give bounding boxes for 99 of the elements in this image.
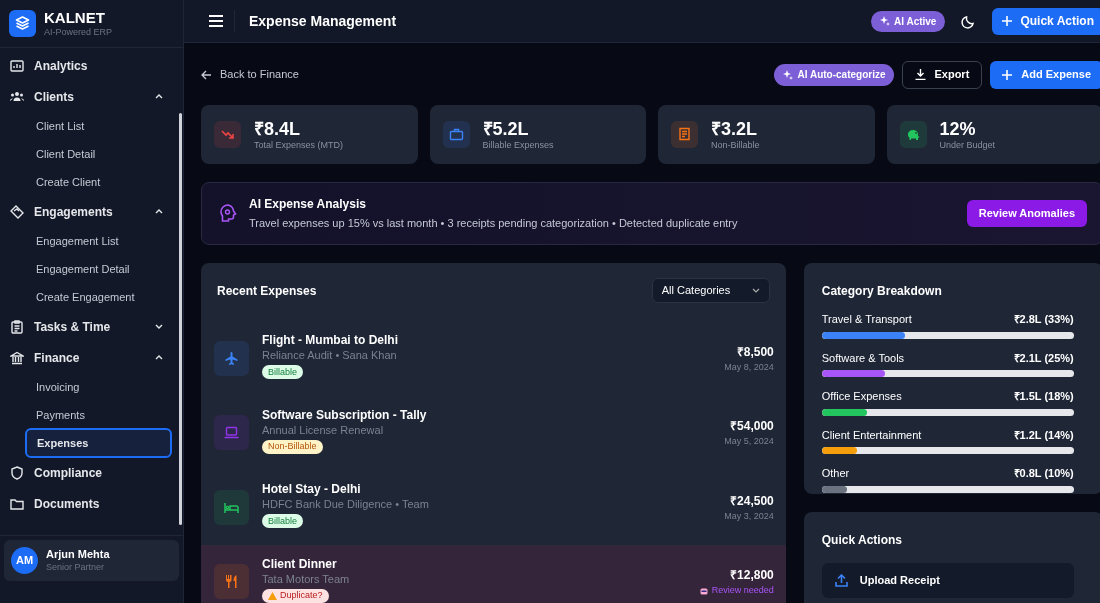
logo-icon	[9, 10, 36, 37]
user-card[interactable]: AM Arjun Mehta Senior Partner	[4, 540, 179, 581]
category-amount: ₹1.5L (18%)	[1013, 389, 1074, 404]
expense-amount: ₹54,000	[730, 418, 774, 435]
user-avatar: AM	[11, 547, 38, 574]
back-arrow-icon	[201, 69, 212, 80]
category-filter-dropdown[interactable]: All Categories	[651, 278, 770, 303]
panel-title: Recent Expenses	[217, 282, 317, 300]
nav-subitem[interactable]: Client List	[26, 112, 172, 140]
expense-title: Client Dinner	[262, 556, 337, 572]
stat-label: Non-Billable	[711, 140, 760, 152]
shield-icon	[10, 465, 24, 480]
download-icon	[915, 69, 927, 80]
brand-tagline: AI-Powered ERP	[44, 27, 113, 39]
add-expense-button[interactable]: Add Expense	[990, 60, 1100, 89]
expense-date: May 8, 2024	[724, 360, 774, 374]
clipboard-icon	[10, 319, 24, 334]
nav-item[interactable]: Engagements	[0, 196, 172, 227]
analysis-title: AI Expense Analysis	[249, 196, 367, 214]
expense-row[interactable]: Software Subscription - Tally Annual License Renewal Non-Billable ₹54,000 May 5, 2024	[201, 395, 786, 470]
category-label: Client Entertainment	[821, 427, 922, 443]
bank-icon	[10, 350, 24, 365]
ai-status-badge: AI Active	[871, 10, 946, 32]
nav-subitem[interactable]: Create Client	[26, 168, 172, 196]
expense-tag: Non-Billable	[262, 439, 323, 454]
stat-value: ₹3.2L	[711, 117, 759, 141]
review-note: Review needed	[699, 584, 774, 598]
dark-mode-icon[interactable]	[961, 13, 977, 29]
nav-subitem[interactable]: Engagement List	[26, 227, 172, 255]
category-amount: ₹0.8L (10%)	[1013, 466, 1074, 481]
expense-amount: ₹12,800	[730, 567, 774, 584]
brand-name: KALNET	[44, 8, 106, 28]
expense-date: May 5, 2024	[724, 435, 774, 448]
nav-subitem[interactable]: Expenses	[25, 428, 172, 458]
stat-value: ₹5.2L	[482, 117, 530, 141]
expense-title: Hotel Stay - Delhi	[262, 482, 361, 498]
expense-title: Flight - Mumbai to Delhi	[262, 333, 398, 349]
nav-item[interactable]: Finance	[0, 342, 172, 373]
plus-icon	[1002, 16, 1013, 26]
users-icon	[10, 89, 24, 104]
expense-amount: ₹24,500	[730, 492, 774, 510]
page-title: Expense Management	[249, 11, 397, 31]
nav-subitem[interactable]: Engagement Detail	[26, 255, 172, 283]
menu-icon[interactable]	[208, 14, 224, 28]
back-link[interactable]: Back to Finance	[201, 66, 299, 83]
scrollbar[interactable]	[179, 113, 182, 525]
expense-subtitle: Annual License Renewal	[262, 422, 384, 438]
export-button[interactable]: Export	[902, 60, 983, 89]
nav-item[interactable]: Documents	[0, 488, 172, 519]
category-amount: ₹1.2L (14%)	[1013, 427, 1074, 443]
stat-value: ₹8.4L	[254, 117, 302, 141]
warning-icon	[268, 591, 277, 600]
nav-subitem[interactable]: Invoicing	[26, 373, 172, 401]
expense-subtitle: HDFC Bank Due Diligence • Team	[262, 497, 429, 513]
chevron-down-icon	[751, 288, 760, 293]
analysis-text: Travel expenses up 15% vs last month • 3 receipts pending categorization • Detected duplicate entry	[249, 216, 739, 232]
expense-row[interactable]: Client Dinner Tata Motors Team Duplicate? ₹12,800 Review needed	[201, 544, 786, 603]
quick-action-button[interactable]: Quick Action	[992, 7, 1100, 35]
stat-value: 12%	[939, 117, 977, 141]
category-label: Other	[821, 466, 850, 481]
brain-icon	[219, 204, 237, 223]
upload-icon	[834, 574, 848, 587]
nav-subitem[interactable]: Payments	[26, 401, 172, 429]
nav-subitem[interactable]: Create Engagement	[26, 283, 172, 311]
review-anomalies-button[interactable]: Review Anomalies	[966, 200, 1087, 227]
stat-label: Total Expenses (MTD)	[254, 140, 344, 152]
expense-tag: Billable	[262, 514, 304, 529]
ai-auto-categorize-button[interactable]: AI Auto-categorize	[773, 63, 895, 86]
user-role: Senior Partner	[46, 561, 106, 573]
expense-title: Software Subscription - Tally	[262, 407, 427, 423]
stat-label: Under Budget	[939, 140, 996, 152]
category-label: Software & Tools	[821, 350, 905, 366]
category-label: Office Expenses	[821, 389, 902, 404]
expense-tag: Billable	[262, 365, 304, 380]
expense-row[interactable]: Flight - Mumbai to Delhi Reliance Audit • Sana Khan Billable ₹8,500 May 8, 2024	[201, 321, 786, 396]
expense-subtitle: Tata Motors Team	[262, 571, 350, 587]
expense-amount: ₹8,500	[736, 343, 774, 361]
category-amount: ₹2.8L (33%)	[1013, 312, 1074, 327]
stat-label: Billable Expenses	[482, 140, 554, 152]
sparkle-icon	[782, 69, 793, 80]
nav-item[interactable]: Compliance	[0, 457, 172, 488]
expense-tag: Duplicate?	[262, 588, 329, 603]
category-label: Travel & Transport	[821, 312, 912, 327]
upload-receipt-button[interactable]: Upload Receipt	[821, 563, 1074, 598]
user-name: Arjun Mehta	[46, 548, 110, 562]
nav-item[interactable]: Analytics	[0, 50, 172, 81]
sparkle-icon	[880, 16, 890, 26]
chart-icon	[10, 58, 24, 73]
expense-subtitle: Reliance Audit • Sana Khan	[262, 348, 397, 364]
nav-item[interactable]: Tasks & Time	[0, 311, 172, 342]
nav-item[interactable]: Clients	[0, 81, 172, 112]
nav-subitem[interactable]: Client Detail	[26, 140, 172, 168]
panel-title: Category Breakdown	[821, 283, 943, 300]
expense-row[interactable]: Hotel Stay - Delhi HDFC Bank Due Diligence • Team Billable ₹24,500 May 3, 2024	[201, 470, 786, 545]
expense-date: May 3, 2024	[724, 509, 774, 523]
panel-title: Quick Actions	[821, 532, 903, 549]
category-amount: ₹2.1L (25%)	[1013, 350, 1074, 366]
folder-icon	[10, 496, 24, 511]
plus-icon	[1002, 69, 1013, 80]
